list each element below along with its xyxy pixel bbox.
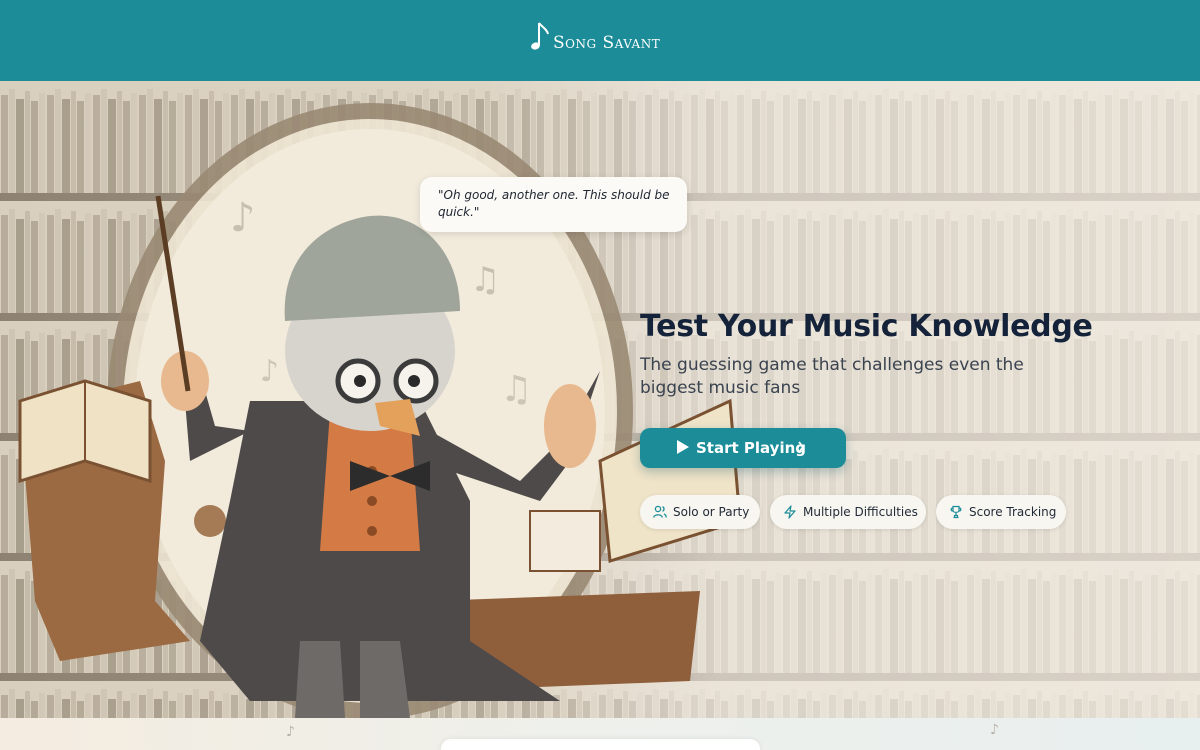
svg-text:♫: ♫ [470, 260, 500, 300]
svg-text:♪: ♪ [260, 354, 279, 389]
music-note-icon: ♪ [286, 724, 295, 740]
next-section-card [441, 739, 760, 750]
hero-section: ♪ ♫ ♪ ♫ "Oh good, another one. This shou… [0, 81, 1200, 718]
users-icon [653, 505, 667, 518]
hero-title: Test Your Music Knowledge [640, 309, 1093, 344]
top-header: Song Savant [0, 0, 1200, 81]
feature-chip-label: Multiple Difficulties [803, 505, 918, 519]
feature-chip-label: Score Tracking [969, 505, 1057, 519]
svg-text:♫: ♫ [500, 369, 532, 410]
next-section-preview: ♪ ♪ [0, 718, 1200, 750]
app-title: Song Savant [553, 33, 661, 53]
speech-bubble: "Oh good, another one. This should be qu… [420, 177, 687, 232]
music-note-icon: ♪ [990, 722, 999, 738]
music-note-icon [531, 22, 549, 50]
play-icon [677, 440, 689, 454]
feature-chip-solo-party[interactable]: Solo or Party [640, 495, 760, 529]
lightning-icon [784, 505, 796, 519]
feature-chip-score-tracking[interactable]: Score Tracking [936, 495, 1066, 529]
hero-subtitle: The guessing game that challenges even t… [640, 355, 1024, 398]
chevron-right-icon [798, 441, 805, 453]
feature-chip-label: Solo or Party [673, 505, 750, 519]
start-playing-button[interactable]: Start Playing [640, 428, 846, 468]
logo-link[interactable]: Song Savant [530, 20, 660, 54]
start-playing-label: Start Playing [696, 439, 807, 457]
svg-text:♪: ♪ [230, 195, 256, 241]
trophy-icon [950, 505, 962, 519]
feature-chip-difficulties[interactable]: Multiple Difficulties [770, 495, 926, 529]
